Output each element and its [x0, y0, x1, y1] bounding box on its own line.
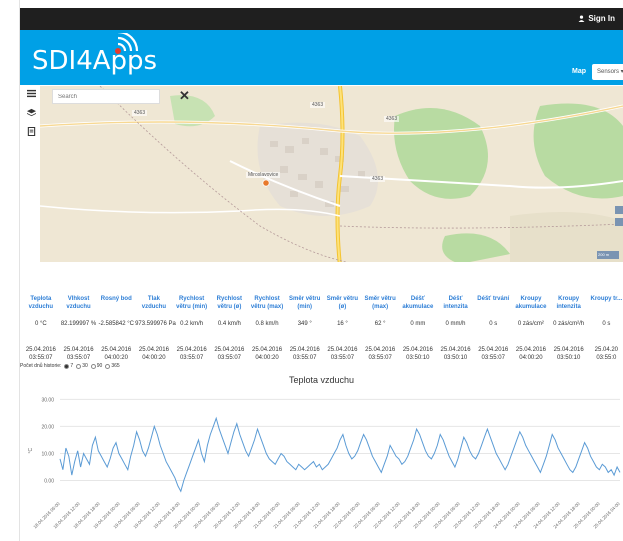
road-label: 4363 — [132, 110, 148, 116]
table-timestamp-cell: 25.04.2016 04:00:20 — [138, 347, 169, 362]
radio-icon — [64, 363, 70, 369]
history-option-30[interactable]: 30 — [76, 363, 88, 369]
table-value-cell: -2.585842 °C — [98, 321, 134, 327]
history-label: Počet dnů historie: — [20, 363, 62, 369]
radio-icon — [90, 363, 96, 369]
sensors-dropdown[interactable]: Sensors ▾ — [592, 64, 623, 80]
table-value-cell: 0 mm — [410, 321, 426, 327]
y-tick-label: 20.00 — [41, 424, 54, 430]
table-value-cell: 973.599976 Pa — [135, 321, 176, 327]
table-timestamp-cell: 25.04.20 03:55:0 — [594, 347, 619, 362]
table-timestamp-cell: 25.04.2016 04:00:20 — [515, 347, 546, 362]
table-timestamp-cell: 25.04.2016 03:55:07 — [365, 347, 396, 362]
table-header-cell: Rychlost větru (min) — [176, 296, 208, 310]
sign-in-link[interactable]: Sign In — [578, 14, 615, 23]
menu-icon[interactable] — [27, 89, 36, 98]
table-header-cell: Déšť intenzita — [443, 296, 468, 310]
table-timestamp-cell: 25.04.2016 04:00:20 — [101, 347, 132, 362]
y-tick-label: 10.00 — [41, 451, 54, 457]
window-left-edge — [0, 0, 20, 541]
table-header-cell: Teplota vzduchu — [28, 296, 54, 310]
y-tick-label: 30.00 — [41, 397, 54, 403]
road-label: 4363 — [310, 102, 326, 108]
wifi-logo-icon — [115, 33, 139, 54]
history-option-7[interactable]: 7 — [64, 363, 73, 369]
map-base-layer — [40, 86, 623, 266]
village-label: Miroslavovice — [246, 172, 281, 178]
table-header-cell: Směr větru (ø) — [326, 296, 359, 310]
table-header-cell: Déšť akumulace — [402, 296, 434, 310]
table-timestamp-cell: 25.04.2016 04:00:20 — [252, 347, 283, 362]
sign-in-label: Sign In — [588, 14, 615, 23]
table-value-cell: 349 ° — [297, 321, 312, 327]
y-tick-label: 0.00 — [44, 478, 54, 484]
table-header-cell: Vlhkost vzduchu — [66, 296, 91, 310]
table-header-cell: Kroupy tr... — [590, 296, 623, 302]
table-value-cell: 0 s — [489, 321, 498, 327]
user-icon — [578, 15, 585, 22]
table-value-cell: 0 mm/h — [445, 321, 466, 327]
radio-icon — [76, 363, 82, 369]
zoom-out-button[interactable] — [615, 218, 623, 226]
table-header-cell: Rosný bod — [100, 296, 132, 302]
table-value-cell: 0.2 km/h — [180, 321, 204, 327]
table-value-cell: 0 s — [602, 321, 611, 327]
table-header-cell: Rychlost větru (ø) — [216, 296, 243, 310]
history-option-365[interactable]: 365 — [105, 363, 120, 369]
table-value-cell: 0.4 km/h — [217, 321, 241, 327]
table-header-cell: Kroupy akumulace — [515, 296, 547, 310]
table-timestamp-cell: 25.04.2016 03:55:07 — [176, 347, 207, 362]
road-label: 4363 — [384, 116, 400, 122]
table-value-cell: 0 zás/cm²/h — [553, 321, 585, 327]
table-header-cell: Tlak vzduchu — [141, 296, 167, 310]
road-label: 4363 — [370, 176, 386, 182]
layers-icon[interactable] — [27, 108, 36, 117]
table-header-cell: Směr větru (min) — [289, 296, 321, 310]
table-value-cell: 0 zás/cm² — [517, 321, 544, 327]
temperature-chart[interactable]: 30.0020.0010.000.00°C18.04.2016 06:0018.… — [20, 386, 623, 541]
table-header-cell: Kroupy intenzita — [556, 296, 581, 310]
top-navbar: Sign In — [20, 8, 623, 30]
table-value-cell: 62 ° — [374, 321, 386, 327]
zoom-in-button[interactable] — [615, 206, 623, 214]
map-scale: 200 m — [597, 251, 619, 259]
table-timestamp-cell: 25.04.2016 03:55:07 — [327, 347, 358, 362]
nav-map-link[interactable]: Map — [572, 68, 586, 75]
table-value-cell: 16 ° — [337, 321, 348, 327]
table-header-cell: Rychlost větru (max) — [250, 296, 284, 310]
map-search-input[interactable] — [52, 89, 160, 104]
sensor-marker-icon[interactable] — [262, 179, 270, 189]
table-timestamp-cell: 25.04.2016 03:50:10 — [440, 347, 471, 362]
table-timestamp-cell: 25.04.2016 03:50:10 — [553, 347, 584, 362]
document-icon[interactable] — [27, 127, 36, 136]
map-view[interactable]: 4363 4363 4363 Miroslavovice 4363 — [40, 86, 623, 266]
table-timestamp-cell: 25.04.2016 03:50:10 — [402, 347, 433, 362]
table-value-cell: 0 °C — [34, 321, 47, 327]
table-header-cell: Směr větru (max) — [364, 296, 396, 310]
table-value-cell: 0.8 km/h — [255, 321, 279, 327]
table-value-cell: 82.199997 % — [60, 321, 97, 327]
app-header: SDI4Apps Map Sensors ▾ — [20, 30, 623, 85]
history-selector: Počet dnů historie: 7 30 90 365 — [20, 363, 120, 369]
history-option-90[interactable]: 90 — [90, 363, 102, 369]
table-timestamp-cell: 25.04.2016 03:55:07 — [63, 347, 94, 362]
close-search-icon[interactable]: ✕ — [179, 89, 191, 102]
table-header-cell: Déšť trvání — [477, 296, 510, 302]
table-timestamp-cell: 25.04.2016 03:55:07 — [25, 347, 56, 362]
y-axis-label: °C — [28, 447, 34, 453]
map-toolbar — [22, 86, 40, 266]
table-timestamp-cell: 25.04.2016 03:55:07 — [214, 347, 245, 362]
table-timestamp-cell: 25.04.2016 03:55:07 — [478, 347, 509, 362]
table-timestamp-cell: 25.04.2016 03:55:07 — [289, 347, 320, 362]
radio-icon — [105, 363, 111, 369]
chart-title: Teplota vzduchu — [288, 375, 355, 385]
